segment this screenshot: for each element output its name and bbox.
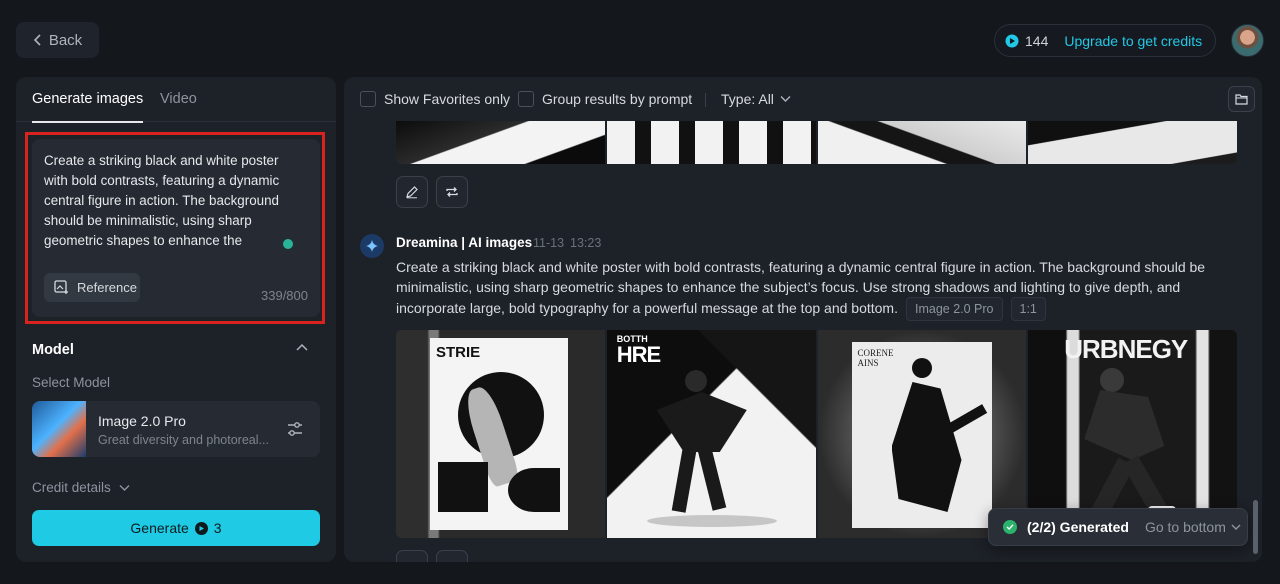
credits-pill: 144 Upgrade to get credits xyxy=(994,24,1216,57)
prompt-text[interactable]: Create a striking black and white poster… xyxy=(44,151,294,255)
previous-image-1[interactable] xyxy=(396,121,605,164)
generation-toast: (2/2) Generated Go to bottom xyxy=(988,508,1248,546)
edit-prompt-button-2[interactable] xyxy=(396,550,428,562)
model-tag: Image 2.0 Pro xyxy=(905,297,1003,321)
go-to-bottom-link[interactable]: Go to bottom xyxy=(1145,519,1241,535)
model-name: Image 2.0 Pro xyxy=(98,413,186,429)
tab-generate-images[interactable]: Generate images xyxy=(32,91,144,123)
dreamina-logo-icon xyxy=(360,234,384,258)
results-panel: Show Favorites only Group results by pro… xyxy=(344,77,1262,562)
poster-headline: CORENE AINS xyxy=(857,348,894,368)
ratio-tag: 1:1 xyxy=(1010,297,1046,321)
repeat-icon xyxy=(446,187,458,197)
credit-coin-icon xyxy=(194,521,208,535)
previous-image-row xyxy=(396,121,1237,164)
poster-headline: STRIE xyxy=(436,344,481,361)
chevron-up-icon[interactable] xyxy=(295,341,309,355)
pencil-icon xyxy=(406,186,418,199)
reference-button[interactable]: Reference xyxy=(44,273,140,302)
avatar[interactable] xyxy=(1231,24,1264,57)
go-to-bottom-label: Go to bottom xyxy=(1144,519,1226,535)
add-image-icon xyxy=(54,280,68,294)
result-author: Dreamina | AI images xyxy=(396,235,533,250)
result-image-3[interactable]: CORENE AINS xyxy=(817,330,1027,538)
type-filter-dropdown[interactable]: Type: All xyxy=(721,91,791,107)
regenerate-button[interactable] xyxy=(436,176,468,208)
previous-image-4[interactable] xyxy=(1028,121,1237,164)
result-image-2[interactable]: BOTTH HRE xyxy=(606,330,816,538)
model-section-title: Model xyxy=(32,342,74,358)
generate-button[interactable]: Generate 3 xyxy=(32,510,320,546)
result-prompt: Create a striking black and white poster… xyxy=(396,257,1236,321)
model-thumbnail xyxy=(32,401,86,457)
model-selector[interactable]: Image 2.0 Pro Great diversity and photor… xyxy=(32,401,320,457)
group-results-checkbox[interactable] xyxy=(518,91,534,107)
upgrade-link[interactable]: Upgrade to get credits xyxy=(1064,33,1202,49)
show-favorites-checkbox[interactable] xyxy=(360,91,376,107)
credit-details-label: Credit details xyxy=(32,480,111,495)
sliders-icon[interactable] xyxy=(286,420,304,438)
chevron-down-icon xyxy=(1231,524,1241,530)
back-label: Back xyxy=(48,31,83,49)
back-button[interactable]: Back xyxy=(16,22,99,58)
result-image-row: STRIE BOTTH HRE CORENE AINS URBNEGY xyxy=(396,330,1237,538)
reference-label: Reference xyxy=(77,280,137,295)
folder-icon xyxy=(1235,94,1248,105)
previous-image-3[interactable] xyxy=(817,121,1027,164)
group-results-toggle[interactable]: Group results by prompt xyxy=(518,91,692,107)
credit-coin-icon xyxy=(1005,34,1019,47)
generation-panel: Generate images Video Create a striking … xyxy=(16,77,336,562)
type-filter-label: Type: All xyxy=(721,91,774,107)
result-image-1[interactable]: STRIE xyxy=(396,330,605,538)
generate-label: Generate xyxy=(130,520,189,536)
results-scrollbar[interactable] xyxy=(1253,500,1258,554)
result-time: 13:23 xyxy=(570,236,602,250)
result-date: 11-13 xyxy=(533,236,565,250)
previous-image-2[interactable] xyxy=(606,121,816,164)
result-image-4[interactable]: URBNEGY xyxy=(1028,330,1237,538)
edit-prompt-button[interactable] xyxy=(396,176,428,208)
model-description: Great diversity and photoreal... xyxy=(98,433,269,447)
show-favorites-label: Show Favorites only xyxy=(384,91,511,107)
prompt-status-dot xyxy=(283,239,293,249)
folder-button[interactable] xyxy=(1228,86,1255,112)
check-circle-icon xyxy=(1003,520,1017,534)
filter-bar: Show Favorites only Group results by pro… xyxy=(344,77,1262,121)
poster-headline: HRE xyxy=(616,342,661,367)
chevron-down-icon xyxy=(119,484,130,491)
group-results-label: Group results by prompt xyxy=(542,91,693,107)
result-prompt-text: Create a striking black and white poster… xyxy=(396,259,1206,316)
generate-cost: 3 xyxy=(213,520,222,536)
toast-status: (2/2) Generated xyxy=(1027,519,1129,535)
chevron-down-icon xyxy=(780,96,791,102)
show-favorites-toggle[interactable]: Show Favorites only xyxy=(360,91,510,107)
regenerate-button-2[interactable] xyxy=(436,550,468,562)
char-count: 339/800 xyxy=(261,288,308,303)
panel-tabs: Generate images Video xyxy=(16,77,336,123)
credit-count: 144 xyxy=(1025,32,1049,49)
credit-details-toggle[interactable]: Credit details xyxy=(32,480,130,495)
chevron-left-icon xyxy=(33,34,41,46)
tab-video[interactable]: Video xyxy=(160,91,197,121)
filter-divider xyxy=(705,93,706,107)
prompt-input[interactable]: Create a striking black and white poster… xyxy=(32,139,320,317)
select-model-label: Select Model xyxy=(32,375,111,390)
poster-headline: URBNEGY xyxy=(1064,334,1188,364)
